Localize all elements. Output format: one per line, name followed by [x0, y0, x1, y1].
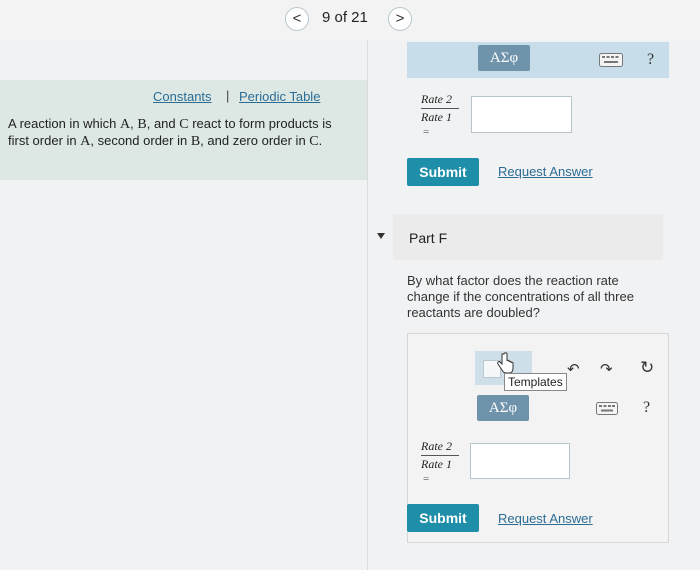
collapse-caret-icon[interactable] — [377, 233, 385, 239]
undo-icon[interactable]: ↶ — [567, 360, 580, 378]
part-f-title: Part F — [409, 230, 448, 246]
chevron-right-icon: > — [395, 10, 405, 27]
ratio-denominator: Rate 1 — [421, 110, 452, 124]
reset-icon[interactable]: ↻ — [640, 358, 654, 378]
answer-input-part-e[interactable] — [471, 96, 572, 133]
greek-symbols-button[interactable]: ΑΣφ — [478, 45, 530, 71]
templates-tooltip: Templates — [504, 373, 567, 391]
hand-cursor-icon — [497, 352, 514, 374]
ratio-numerator: Rate 2 — [421, 439, 452, 453]
keyboard-icon-part-f[interactable] — [596, 402, 618, 415]
request-answer-link-part-e[interactable]: Request Answer — [498, 164, 593, 179]
question-counter: 9 of 21 — [322, 9, 368, 26]
link-separator: | — [226, 88, 230, 103]
rate-ratio-label: Rate 2 Rate 1 = — [421, 92, 465, 140]
ratio-denominator: Rate 1 — [421, 457, 452, 471]
greek-symbols-button-part-f[interactable]: ΑΣφ — [477, 395, 529, 421]
fraction-bar — [421, 455, 459, 456]
help-icon-part-f[interactable]: ? — [643, 399, 650, 417]
keyboard-icon[interactable] — [599, 53, 623, 67]
fraction-bar — [421, 108, 459, 109]
problem-statement: A reaction in which A, B, and C react to… — [8, 116, 332, 149]
previous-question-button[interactable]: < — [285, 7, 309, 31]
equals-sign: = — [423, 126, 430, 138]
redo-icon[interactable]: ↷ — [600, 360, 613, 378]
constants-link[interactable]: Constants — [153, 89, 212, 104]
part-f-question: By what factor does the reaction rate ch… — [407, 273, 634, 320]
submit-button-part-e[interactable]: Submit — [407, 158, 479, 186]
math-toolbar-part-e — [407, 42, 669, 78]
answer-input-part-f[interactable] — [470, 443, 570, 479]
ratio-numerator: Rate 2 — [421, 92, 452, 106]
help-icon[interactable]: ? — [647, 51, 654, 69]
panel-divider — [367, 40, 368, 570]
chevron-left-icon: < — [292, 10, 302, 27]
periodic-table-link[interactable]: Periodic Table — [239, 89, 320, 104]
rate-ratio-label-part-f: Rate 2 Rate 1 = — [421, 439, 465, 487]
request-answer-link-part-f[interactable]: Request Answer — [498, 511, 593, 526]
submit-button-part-f[interactable]: Submit — [407, 504, 479, 532]
next-question-button[interactable]: > — [388, 7, 412, 31]
equals-sign: = — [423, 473, 430, 485]
